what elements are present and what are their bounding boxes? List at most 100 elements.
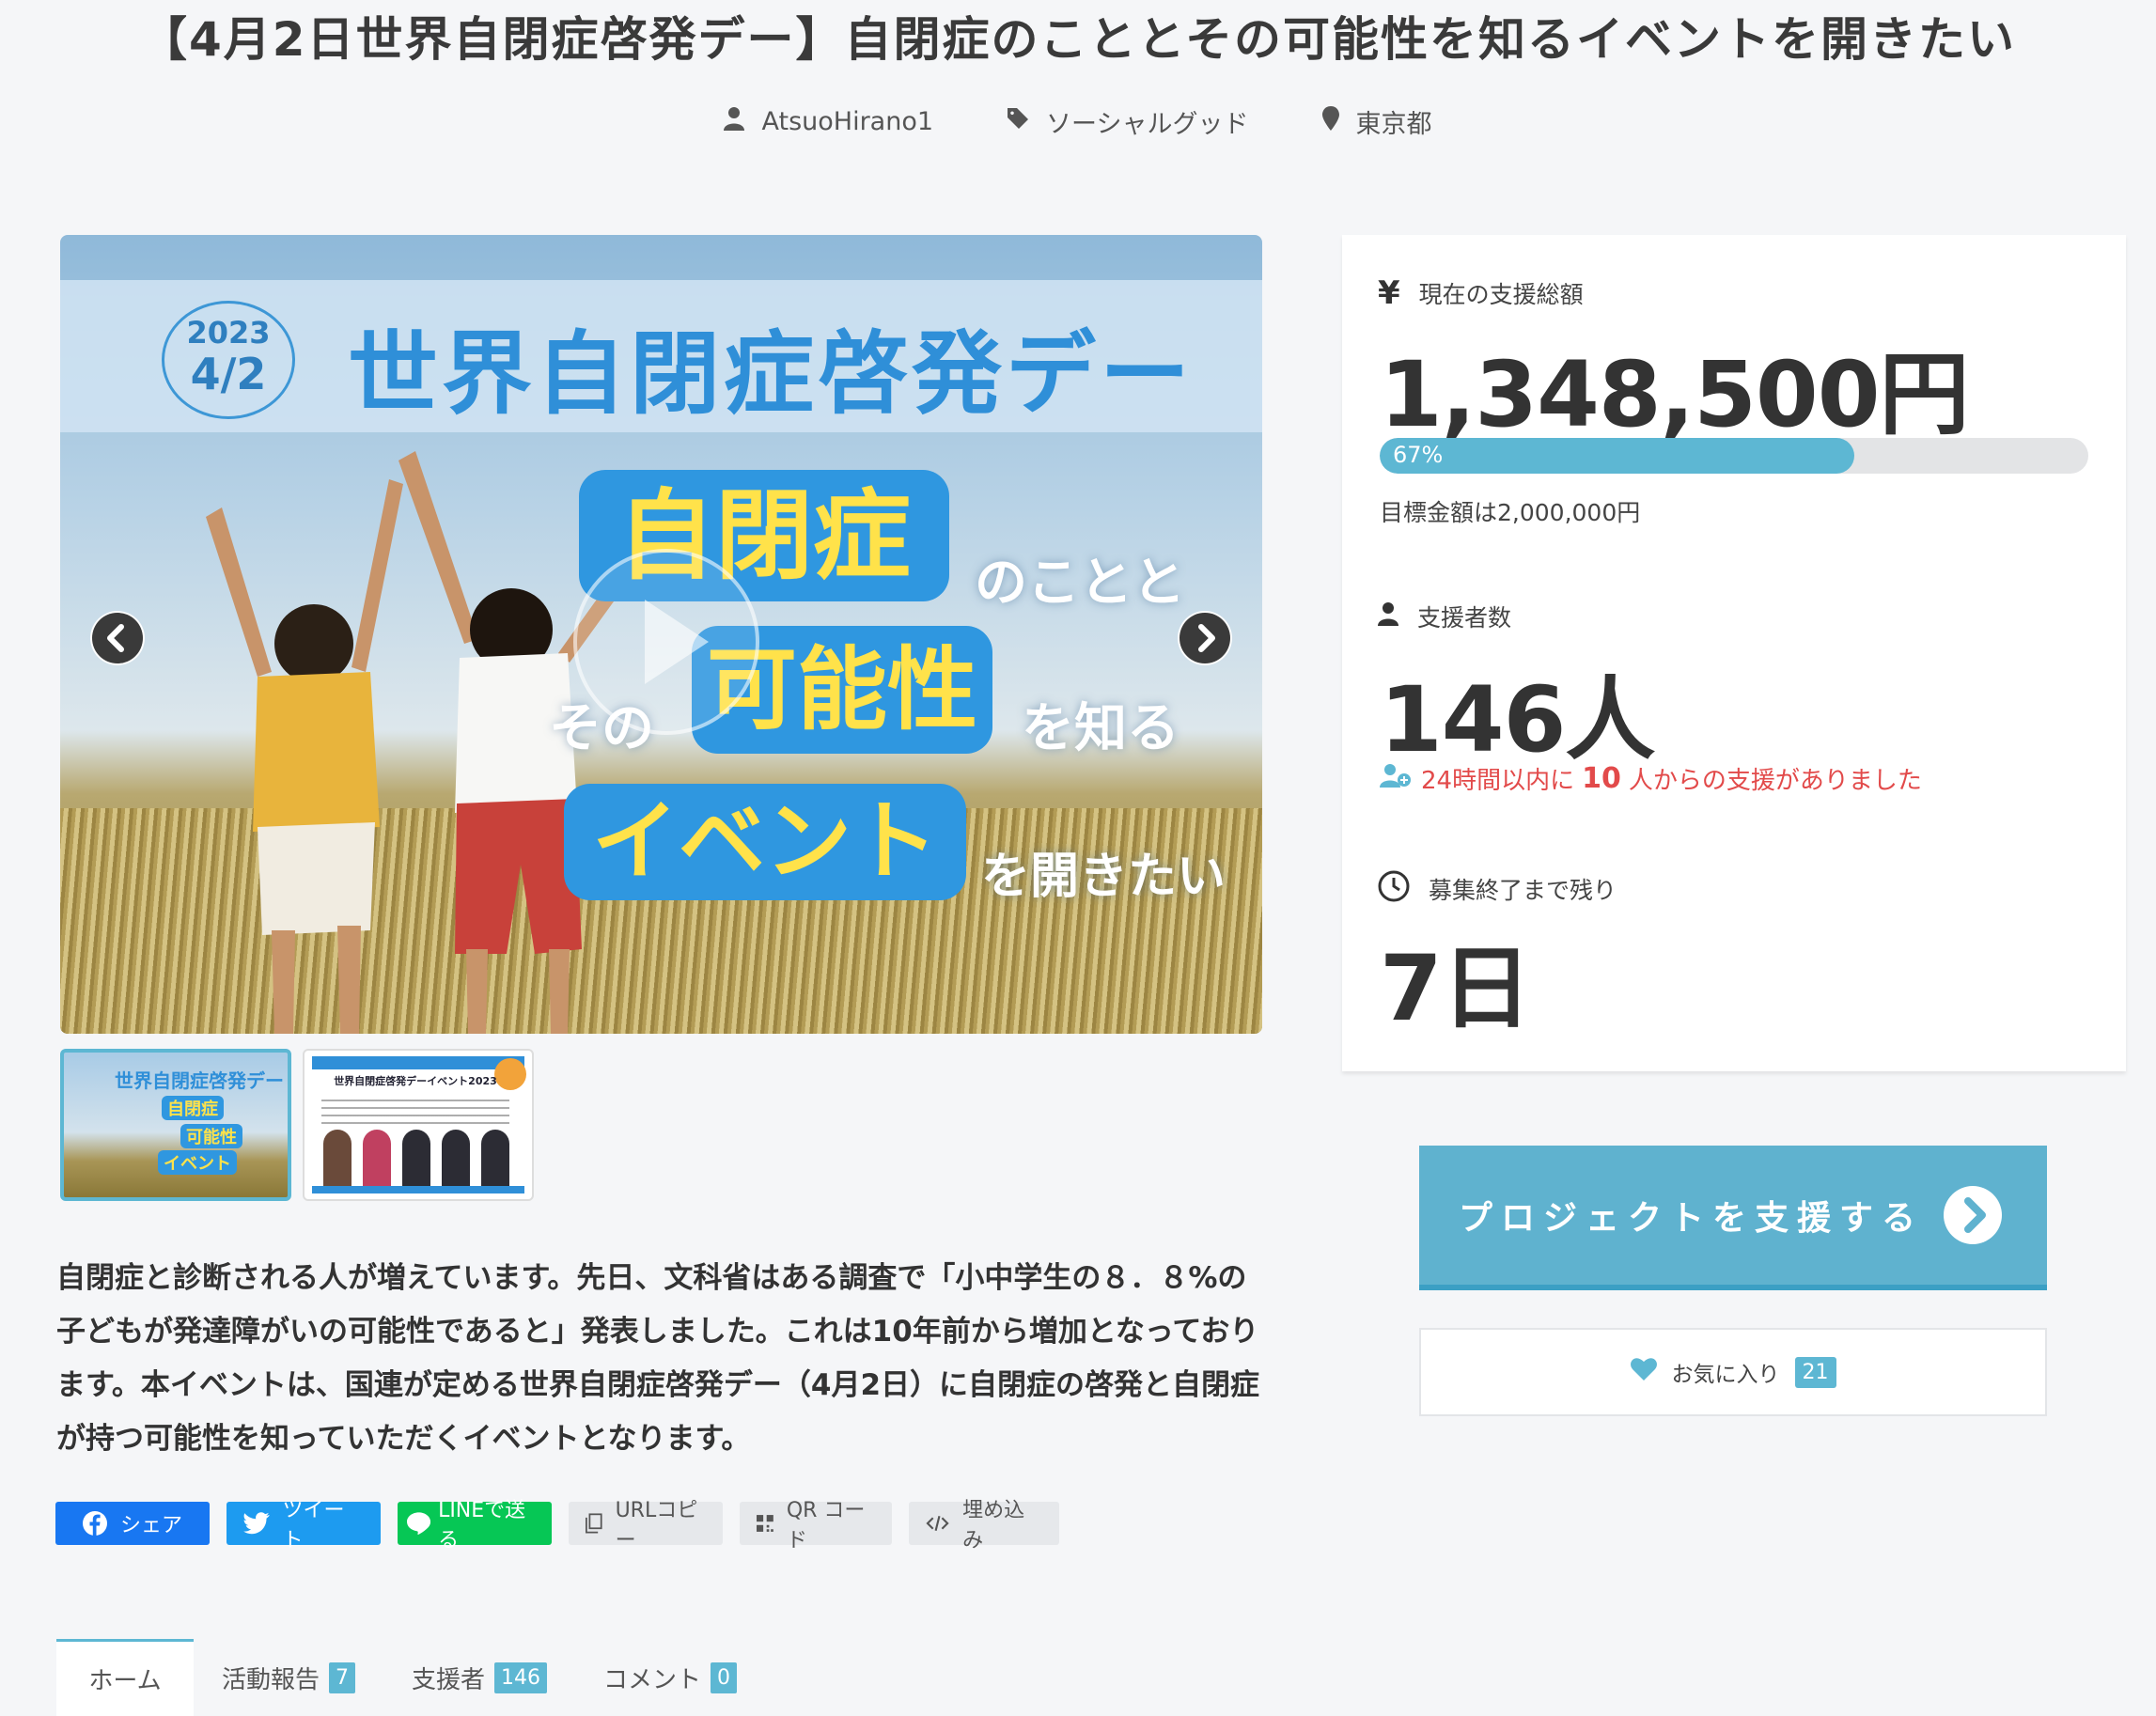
carousel-next-button[interactable]	[1178, 611, 1232, 665]
line-icon	[407, 1512, 431, 1535]
line-share-button[interactable]: LINEで送る	[398, 1499, 552, 1552]
hero-text-4: を開きたい	[981, 849, 1226, 905]
code-icon	[926, 1516, 949, 1531]
copy-icon	[586, 1513, 602, 1534]
thumbnail-2-header	[312, 1056, 524, 1069]
thumbnail-2-title: 世界自閉症啓発デーイベント2023	[334, 1075, 497, 1087]
tab-activity-reports-label: 活動報告	[222, 1665, 320, 1694]
favorite-label: お気に入り	[1671, 1363, 1780, 1387]
hero-text-3: を知る	[1022, 698, 1180, 759]
support-project-label: プロジェクトを支援する	[1459, 1199, 1925, 1238]
remaining-label: 募集終了まで残り	[1378, 870, 1617, 908]
thumbnail-2-text-lines	[321, 1100, 509, 1130]
project-tabs: ホーム 活動報告 7 支援者 146 コメント 0	[56, 1639, 765, 1716]
tab-count-badge: 146	[494, 1661, 548, 1693]
thumbnail-1[interactable]: 世界自閉症啓発デー 自閉症 可能性 イベント	[60, 1049, 291, 1201]
thumbnail-1-pill-1: 自閉症	[162, 1096, 224, 1120]
chevron-left-icon	[92, 613, 143, 663]
chevron-right-icon	[1180, 613, 1230, 663]
favorite-button[interactable]: お気に入り 21	[1419, 1328, 2047, 1416]
backers-label-text: 支援者数	[1417, 604, 1512, 632]
thumbnail-2-footer	[312, 1186, 524, 1193]
facebook-icon	[82, 1511, 107, 1536]
funding-progress-fill: 67%	[1380, 438, 1855, 474]
tab-supporters[interactable]: 支援者 146	[383, 1639, 575, 1716]
tab-activity-reports[interactable]: 活動報告 7	[194, 1639, 383, 1716]
recent-support-notice: 24時間以内に 10 人からの支援がありました	[1380, 761, 1922, 796]
tab-comments-label: コメント	[603, 1665, 702, 1694]
funding-progress-bar: 67%	[1380, 438, 2088, 474]
recent-support-count: 10	[1582, 762, 1621, 795]
thumbnail-1-pill-2: 可能性	[180, 1124, 242, 1148]
project-description: 自閉症と診断される人が増えています。先日、文科省はある調査で「小中学生の８．８%…	[56, 1261, 1260, 1456]
embed-button[interactable]: 埋め込み	[909, 1499, 1059, 1552]
facebook-share-button[interactable]: シェア	[55, 1502, 210, 1545]
funding-stats-card: ¥ 現在の支援総額 1,348,500円 67% 目標金額は2,000,000円…	[1342, 235, 2126, 1071]
favorite-count-badge: 21	[1794, 1356, 1836, 1388]
url-copy-button[interactable]: URLコピー	[569, 1499, 723, 1552]
twitter-icon	[243, 1512, 270, 1535]
meta-location-text: 東京都	[1355, 110, 1432, 139]
play-icon	[645, 600, 709, 684]
thumbnail-1-title: 世界自閉症啓発デー	[115, 1069, 284, 1092]
users-icon	[1380, 763, 1414, 794]
video-play-button[interactable]	[573, 549, 759, 735]
total-amount-label: ¥ 現在の支援総額	[1378, 274, 1584, 312]
yen-icon: ¥	[1378, 274, 1400, 312]
remaining-value: 7日	[1380, 936, 1532, 1041]
line-share-label: LINEで送る	[438, 1499, 526, 1552]
embed-label: 埋め込み	[962, 1499, 1025, 1552]
map-pin-icon	[1321, 106, 1339, 137]
heart-icon	[1630, 1358, 1657, 1386]
recent-support-suffix: 人からの支援がありました	[1628, 767, 1922, 795]
share-buttons: シェア ツイート LINEで送る URLコピー QR コード 埋め込み	[55, 1499, 1059, 1552]
meta-category[interactable]: ソーシャルグッド	[1007, 103, 1249, 140]
remaining-label-text: 募集終了まで残り	[1429, 877, 1617, 904]
meta-location[interactable]: 東京都	[1321, 103, 1432, 140]
recent-support-prefix: 24時間以内に	[1421, 767, 1575, 795]
total-amount-value: 1,348,500円	[1380, 342, 1970, 447]
thumbnail-2[interactable]: 世界自閉症啓発デーイベント2023	[303, 1049, 534, 1201]
hero-carousel[interactable]: 2023 4/2 世界自閉症啓発デー 自閉症 のことと その 可能性 を知る イ…	[60, 235, 1262, 1034]
project-meta: AtsuoHirano1 ソーシャルグッド 東京都	[0, 103, 2156, 140]
thumbnail-2-person	[442, 1130, 470, 1188]
qr-code-icon	[757, 1515, 773, 1532]
thumbnail-2-person	[481, 1130, 509, 1188]
thumbnail-2-person	[363, 1130, 391, 1188]
goal-amount-text: 目標金額は2,000,000円	[1380, 499, 1641, 526]
chevron-right-icon	[1944, 1186, 2002, 1244]
tab-count-badge: 0	[711, 1661, 738, 1693]
hero-date-year: 2023	[186, 315, 271, 351]
tab-comments[interactable]: コメント 0	[575, 1639, 765, 1716]
meta-author[interactable]: AtsuoHirano1	[724, 103, 933, 140]
hero-date-badge: 2023 4/2	[162, 301, 295, 419]
thumbnail-2-person	[323, 1130, 352, 1188]
tab-count-badge: 7	[329, 1661, 356, 1693]
total-amount-label-text: 現在の支援総額	[1418, 281, 1584, 308]
thumbnail-2-person	[402, 1130, 430, 1188]
funding-progress-text: 67%	[1393, 442, 1444, 468]
hero-pill-event: イベント	[564, 784, 966, 900]
tab-home-label: ホーム	[88, 1667, 162, 1695]
support-project-button[interactable]: プロジェクトを支援する	[1419, 1146, 2047, 1290]
thumbnail-1-pill-3: イベント	[158, 1150, 237, 1175]
url-copy-label: URLコピー	[615, 1499, 698, 1552]
tab-home[interactable]: ホーム	[56, 1639, 194, 1716]
hero-headline: 世界自閉症啓発デー	[348, 321, 1194, 427]
page-title: 【4月2日世界自閉症啓発デー】自閉症のこととその可能性を知るイベントを開きたい	[139, 12, 2017, 67]
meta-category-text: ソーシャルグッド	[1046, 110, 1249, 139]
carousel-prev-button[interactable]	[90, 611, 145, 665]
twitter-share-label: ツイート	[282, 1499, 345, 1552]
tab-supporters-label: 支援者	[412, 1665, 486, 1694]
tag-icon	[1007, 107, 1029, 136]
backers-label: 支援者数	[1378, 600, 1511, 633]
qr-code-label: QR コード	[786, 1499, 866, 1552]
clock-icon	[1378, 870, 1410, 908]
user-icon	[724, 106, 745, 137]
facebook-share-label: シェア	[119, 1514, 182, 1537]
hero-text-1: のことと	[975, 553, 1185, 614]
backers-value: 146人	[1380, 667, 1655, 772]
twitter-share-button[interactable]: ツイート	[227, 1499, 381, 1552]
user-icon	[1378, 601, 1398, 632]
qr-code-button[interactable]: QR コード	[740, 1499, 892, 1552]
